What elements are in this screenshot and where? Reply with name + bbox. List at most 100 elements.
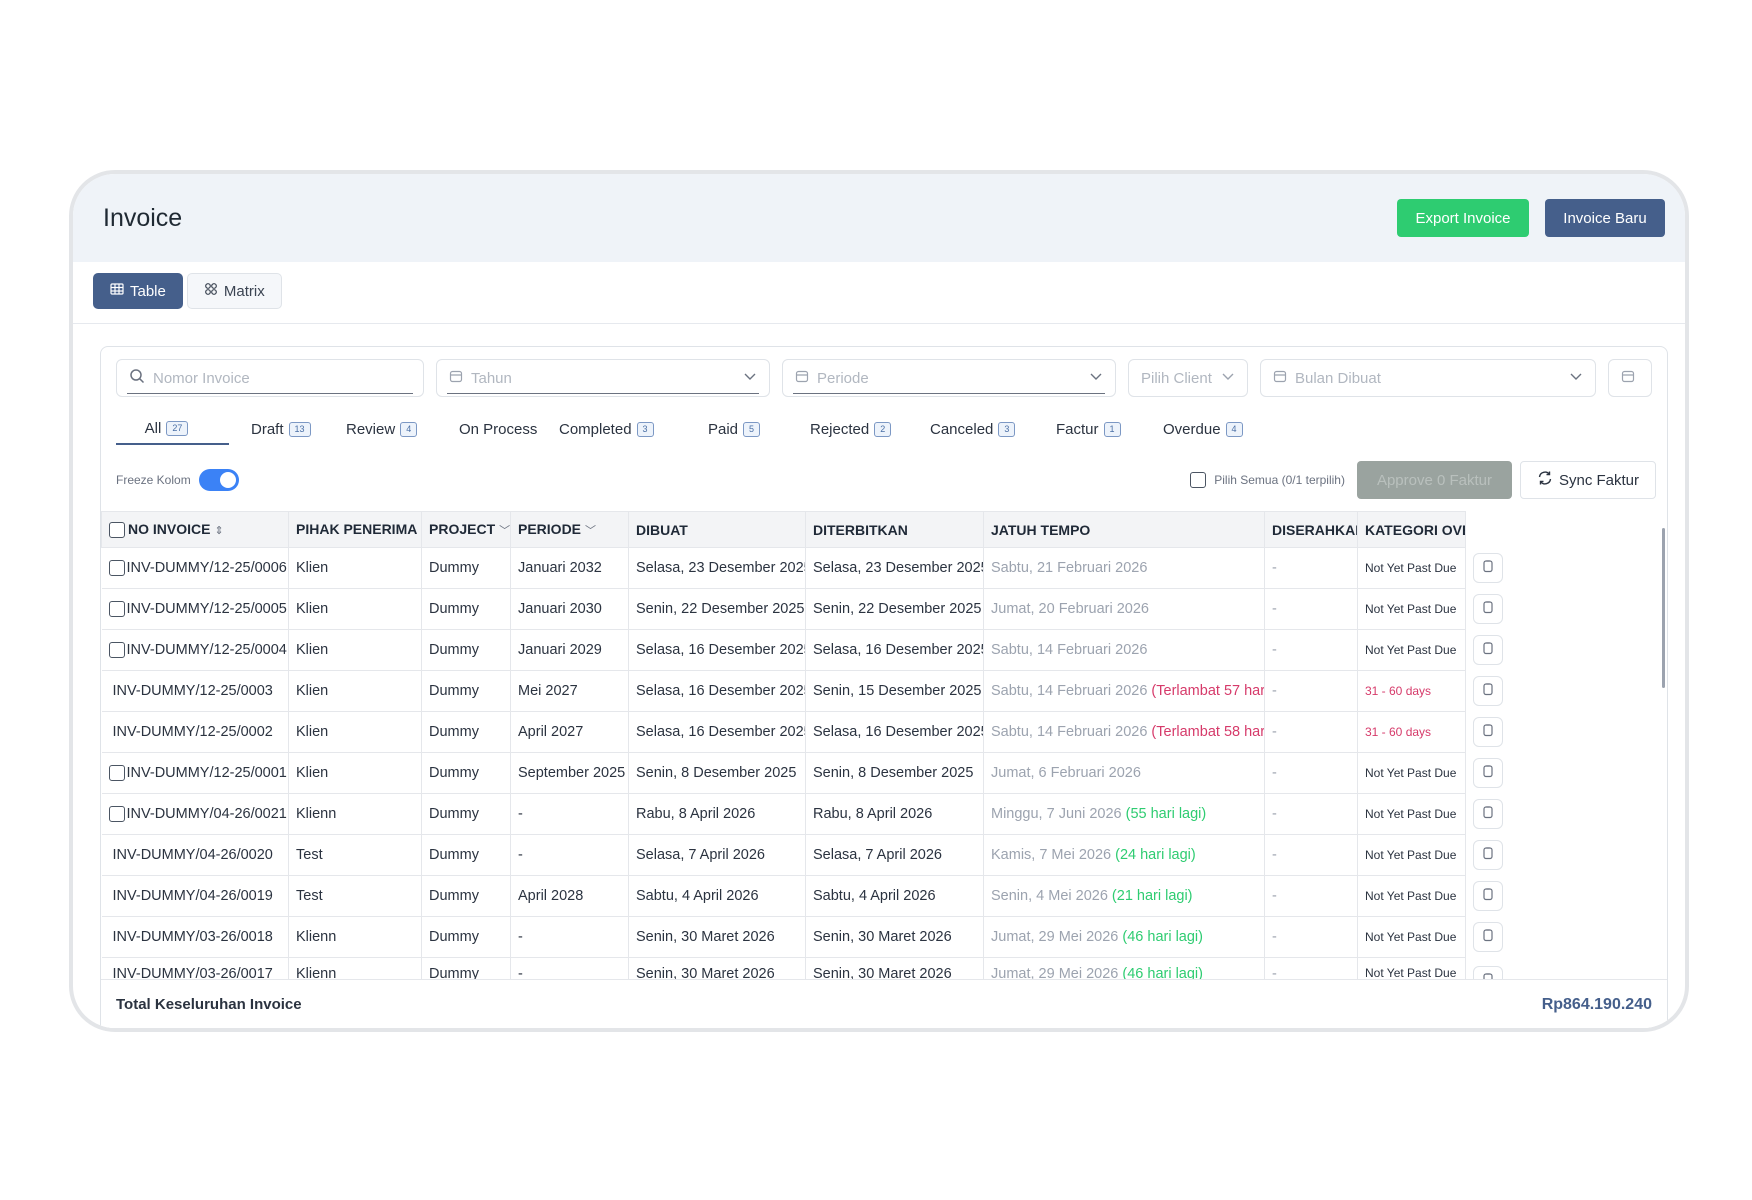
client-select[interactable]: Pilih Client: [1128, 359, 1248, 397]
table-row[interactable]: INV-DUMMY/04-26/0019 Test Dummy April 2028 S…: [101, 875, 1668, 917]
cell-no-invoice[interactable]: INV-DUMMY/12-25/0005: [101, 588, 289, 630]
column-header-no-invoice[interactable]: NO INVOICE ⇕: [101, 511, 289, 548]
status-tab-on-process[interactable]: On Process: [459, 413, 559, 445]
chevron-down-icon: [1569, 369, 1583, 387]
status-tab-all[interactable]: All 27: [116, 413, 229, 445]
cell-no-invoice[interactable]: INV-DUMMY/12-25/0001: [101, 752, 289, 794]
invoice-number[interactable]: INV-DUMMY/12-25/0005: [127, 601, 287, 617]
table-row[interactable]: INV-DUMMY/03-26/0017 Klienn Dummy - Senin, 3…: [101, 957, 1668, 981]
cell-diserahkan: -: [1264, 834, 1358, 876]
row-action-button[interactable]: [1473, 594, 1503, 624]
status-tab-paid[interactable]: Paid 5: [708, 413, 810, 445]
row-action-button[interactable]: [1473, 553, 1503, 583]
row-checkbox[interactable]: [108, 560, 125, 577]
row-action-button[interactable]: [1473, 840, 1503, 870]
column-header-diserahkan[interactable]: DISERAHKAN: [1264, 511, 1358, 548]
row-action-button[interactable]: [1473, 635, 1503, 665]
invoice-number-search[interactable]: Nomor Invoice: [116, 359, 424, 397]
table-row[interactable]: INV-DUMMY/12-25/0004 Klien Dummy Januari 20…: [101, 629, 1668, 671]
month-created-select[interactable]: Bulan Dibuat: [1260, 359, 1596, 397]
invoice-number[interactable]: INV-DUMMY/12-25/0006: [127, 560, 287, 576]
invoice-number[interactable]: INV-DUMMY/12-25/0002: [113, 724, 273, 740]
row-checkbox[interactable]: [108, 806, 125, 823]
invoice-number[interactable]: INV-DUMMY/12-25/0001: [127, 765, 287, 781]
table-row[interactable]: INV-DUMMY/12-25/0006 Klien Dummy Januari 20…: [101, 547, 1668, 589]
invoice-number[interactable]: INV-DUMMY/03-26/0018: [113, 929, 273, 945]
cell-no-invoice[interactable]: INV-DUMMY/04-26/0020: [101, 834, 289, 876]
column-header-penerima[interactable]: PIHAK PENERIMA﹀: [288, 511, 422, 548]
due-date: Kamis, 7 Mei 2026: [991, 847, 1112, 863]
cell-dibuat: Sabtu, 4 April 2026: [628, 875, 806, 917]
status-tab-completed[interactable]: Completed 3: [559, 413, 708, 445]
column-header-kategori[interactable]: KATEGORI OVER: [1357, 511, 1466, 548]
select-all-checkbox[interactable]: [1190, 472, 1207, 488]
cell-no-invoice[interactable]: INV-DUMMY/12-25/0006: [101, 547, 289, 589]
row-checkbox[interactable]: [108, 601, 125, 618]
table-row[interactable]: INV-DUMMY/12-25/0001 Klien Dummy September …: [101, 752, 1668, 794]
cell-project: Dummy: [421, 834, 511, 876]
table-row[interactable]: INV-DUMMY/12-25/0003 Klien Dummy Mei 2027 Se…: [101, 670, 1668, 712]
status-tab-overdue[interactable]: Overdue 4: [1163, 413, 1243, 445]
cell-no-invoice[interactable]: INV-DUMMY/12-25/0004: [101, 629, 289, 671]
invoice-window: Invoice Export Invoice Invoice Baru Tabl…: [69, 170, 1689, 1032]
row-action-button[interactable]: [1473, 758, 1503, 788]
column-header-jatuh-tempo[interactable]: JATUH TEMPO: [983, 511, 1265, 548]
due-date: Sabtu, 14 Februari 2026: [991, 683, 1148, 699]
row-checkbox[interactable]: [108, 765, 125, 782]
table-row[interactable]: INV-DUMMY/12-25/0002 Klien Dummy April 2027…: [101, 711, 1668, 753]
tab-matrix-view[interactable]: Matrix: [186, 273, 282, 309]
cell-actions: [1466, 835, 1668, 876]
row-action-button[interactable]: [1473, 717, 1503, 747]
cell-diterbitkan: Senin, 22 Desember 2025: [805, 588, 984, 630]
date-filter-button[interactable]: [1608, 359, 1652, 397]
cell-diterbitkan: Senin, 30 Maret 2026: [805, 916, 984, 958]
table-row[interactable]: INV-DUMMY/03-26/0018 Klienn Dummy - Senin, 3…: [101, 916, 1668, 958]
invoice-number[interactable]: INV-DUMMY/12-25/0004: [127, 642, 287, 658]
invoice-number[interactable]: INV-DUMMY/12-25/0003: [113, 683, 273, 699]
export-invoice-button[interactable]: Export Invoice: [1397, 199, 1529, 237]
invoice-number[interactable]: INV-DUMMY/04-26/0021: [127, 806, 287, 822]
cell-penerima: Klien: [288, 670, 422, 712]
cell-diterbitkan: Sabtu, 4 April 2026: [805, 875, 984, 917]
status-tab-draft[interactable]: Draft 13: [251, 413, 346, 445]
status-tab-canceled[interactable]: Canceled 3: [930, 413, 1056, 445]
invoice-number[interactable]: INV-DUMMY/04-26/0019: [113, 888, 273, 904]
freeze-columns-toggle[interactable]: [198, 469, 239, 491]
header-checkbox[interactable]: [109, 522, 125, 539]
cell-diterbitkan: Selasa, 16 Desember 2025: [805, 629, 984, 671]
row-action-button[interactable]: [1473, 881, 1503, 911]
column-header-project[interactable]: PROJECT ﹀: [421, 511, 511, 548]
table-row[interactable]: INV-DUMMY/12-25/0005 Klien Dummy Januari 20…: [101, 588, 1668, 630]
cell-periode: April 2027: [510, 711, 629, 753]
status-tab-review[interactable]: Review 4: [346, 413, 459, 445]
row-action-button[interactable]: [1473, 676, 1503, 706]
sync-faktur-button[interactable]: Sync Faktur: [1519, 461, 1656, 499]
approve-faktur-button[interactable]: Approve 0 Faktur: [1356, 461, 1512, 499]
total-value: Rp864.190.240: [1541, 995, 1652, 1013]
new-invoice-button[interactable]: Invoice Baru: [1545, 199, 1665, 237]
table-row[interactable]: INV-DUMMY/04-26/0020 Test Dummy - Selasa, 7 …: [101, 834, 1668, 876]
chevron-down-icon: ﹀: [585, 525, 597, 537]
cell-no-invoice[interactable]: INV-DUMMY/04-26/0021: [101, 793, 289, 835]
invoice-table-container: NO INVOICE⇕ PIHAK PENERIMA﹀ PROJECT﹀ PER…: [101, 511, 1667, 981]
column-header-dibuat[interactable]: DIBUAT: [628, 511, 806, 548]
table-scrollbar[interactable]: [1662, 528, 1665, 688]
status-tab-factur[interactable]: Factur 1: [1056, 413, 1163, 445]
row-checkbox[interactable]: [108, 642, 125, 659]
year-select[interactable]: Tahun: [436, 359, 770, 397]
row-action-button[interactable]: [1473, 799, 1503, 829]
cell-no-invoice[interactable]: INV-DUMMY/03-26/0018: [101, 916, 289, 958]
tab-table-view[interactable]: Table: [93, 273, 183, 309]
cell-no-invoice[interactable]: INV-DUMMY/03-26/0017: [101, 957, 289, 981]
cell-no-invoice[interactable]: INV-DUMMY/12-25/0003: [101, 670, 289, 712]
column-header-periode[interactable]: PERIODE ﹀: [510, 511, 629, 548]
cell-diserahkan: -: [1264, 547, 1358, 589]
row-action-button[interactable]: [1473, 922, 1503, 952]
status-tab-rejected[interactable]: Rejected 2: [810, 413, 930, 445]
cell-no-invoice[interactable]: INV-DUMMY/04-26/0019: [101, 875, 289, 917]
invoice-number[interactable]: INV-DUMMY/04-26/0020: [113, 847, 273, 863]
period-select[interactable]: Periode: [782, 359, 1116, 397]
table-row[interactable]: INV-DUMMY/04-26/0021 Klienn Dummy - Rabu, 8 …: [101, 793, 1668, 835]
column-header-diterbitkan[interactable]: DITERBITKAN: [805, 511, 984, 548]
cell-no-invoice[interactable]: INV-DUMMY/12-25/0002: [101, 711, 289, 753]
